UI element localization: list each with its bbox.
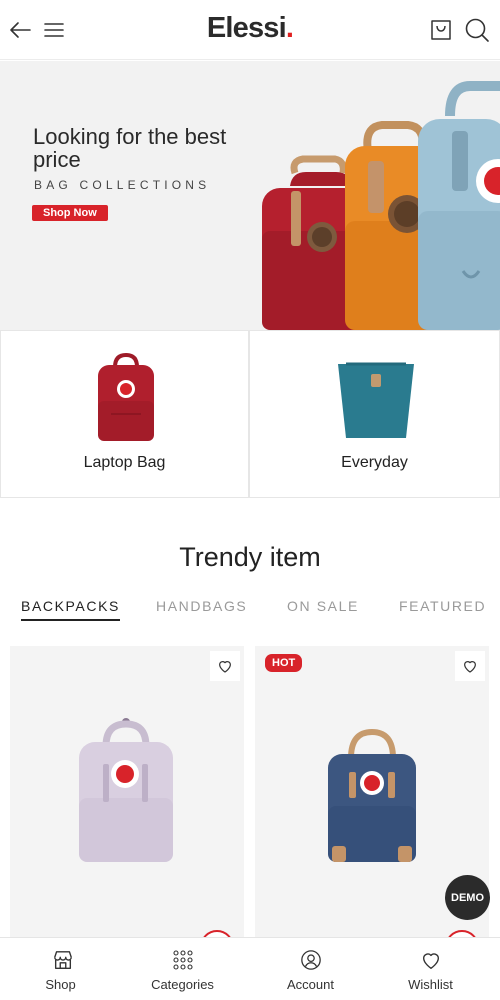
product-card[interactable] <box>10 646 244 946</box>
cart-bag-icon[interactable] <box>427 16 455 44</box>
category-label: Everyday <box>341 454 408 471</box>
teal-tote-bag-image <box>338 362 414 438</box>
wishlist-heart-icon[interactable] <box>455 651 485 681</box>
lilac-backpack-image <box>79 718 173 862</box>
tab-backpacks[interactable]: BACKPACKS <box>21 598 120 621</box>
heart-icon <box>368 949 493 971</box>
category-laptop-bag[interactable]: Laptop Bag <box>0 330 249 498</box>
wishlist-heart-icon[interactable] <box>210 651 240 681</box>
category-grid: Laptop Bag Everyday <box>0 330 500 498</box>
product-tabs: BACKPACKS HANDBAGS ON SALE FEATURED <box>0 598 500 624</box>
bottom-navigation: Shop Categories Account Wishlist <box>0 937 500 1000</box>
hot-badge: HOT <box>265 654 303 672</box>
category-everyday[interactable]: Everyday <box>249 330 500 498</box>
logo-dot: . <box>285 12 294 44</box>
tab-handbags[interactable]: HANDBAGS <box>156 598 247 614</box>
section-title-trendy: Trendy item <box>179 542 321 572</box>
hero-banner[interactable]: Looking for the best price BAG COLLECTIO… <box>0 61 500 330</box>
category-label: Laptop Bag <box>83 454 166 471</box>
nav-label: Shop <box>45 977 76 992</box>
search-icon[interactable] <box>463 16 491 44</box>
logo-text: Elessi <box>206 12 287 44</box>
nav-label: Categories <box>151 977 214 992</box>
store-icon <box>0 949 125 971</box>
shop-now-button[interactable]: Shop Now <box>32 205 108 221</box>
red-backpack-image <box>98 353 154 441</box>
hero-title: Looking for the best price <box>33 124 227 172</box>
nav-wishlist[interactable]: Wishlist <box>368 938 493 1000</box>
nav-shop[interactable]: Shop <box>0 938 125 1000</box>
site-logo[interactable]: Elessi. <box>0 12 500 45</box>
nav-categories[interactable]: Categories <box>120 938 245 1000</box>
nav-label: Account <box>287 977 334 992</box>
user-icon <box>248 949 373 971</box>
tab-on-sale[interactable]: ON SALE <box>287 598 359 614</box>
top-header: Elessi. <box>0 0 500 60</box>
tab-featured[interactable]: FEATURED <box>399 598 486 614</box>
hero-subtitle: BAG COLLECTIONS <box>34 178 211 192</box>
backpacks-illustration <box>262 81 500 330</box>
demo-button[interactable]: DEMO <box>445 875 490 920</box>
nav-label: Wishlist <box>408 977 453 992</box>
navy-backpack-image <box>328 728 416 862</box>
nav-account[interactable]: Account <box>248 938 373 1000</box>
grid-dots-icon <box>120 949 245 971</box>
